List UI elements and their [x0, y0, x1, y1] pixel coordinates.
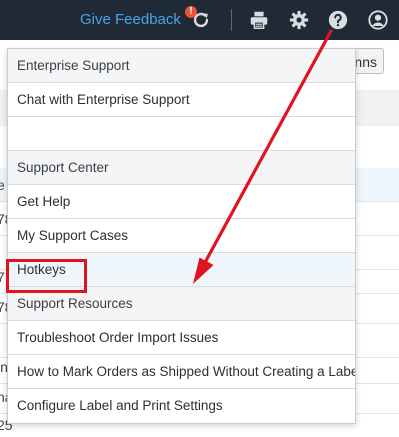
help-dropdown-menu: Enterprise Support Chat with Enterprise …: [7, 48, 356, 424]
row-text-fragment: 7: [0, 269, 5, 285]
menu-item-chat-enterprise-support[interactable]: Chat with Enterprise Support: [8, 83, 355, 117]
top-bar: Give Feedback !: [0, 0, 399, 40]
user-icon[interactable]: [367, 9, 389, 31]
menu-item-troubleshoot-order-import[interactable]: Troubleshoot Order Import Issues: [8, 321, 355, 355]
gear-icon[interactable]: [288, 9, 310, 31]
printer-icon[interactable]: [248, 9, 270, 31]
toolbar-divider: [231, 9, 232, 31]
menu-section-header: Enterprise Support: [8, 49, 355, 83]
menu-empty-row: [8, 117, 355, 151]
help-icon[interactable]: [327, 9, 349, 31]
give-feedback-link[interactable]: Give Feedback: [80, 11, 181, 28]
menu-item-mark-orders-shipped[interactable]: How to Mark Orders as Shipped Without Cr…: [8, 355, 355, 389]
app-page: Give Feedback ! nns e 7 n 25 Enterprise …: [0, 0, 399, 437]
menu-item-my-support-cases[interactable]: My Support Cases: [8, 219, 355, 253]
menu-item-get-help[interactable]: Get Help: [8, 185, 355, 219]
menu-section-header: Support Center: [8, 151, 355, 185]
row-text-fragment: e: [0, 177, 5, 193]
hotkeys-highlight-box: [6, 259, 87, 293]
refresh-icon[interactable]: [190, 9, 212, 31]
menu-item-configure-label-print[interactable]: Configure Label and Print Settings: [8, 389, 355, 423]
